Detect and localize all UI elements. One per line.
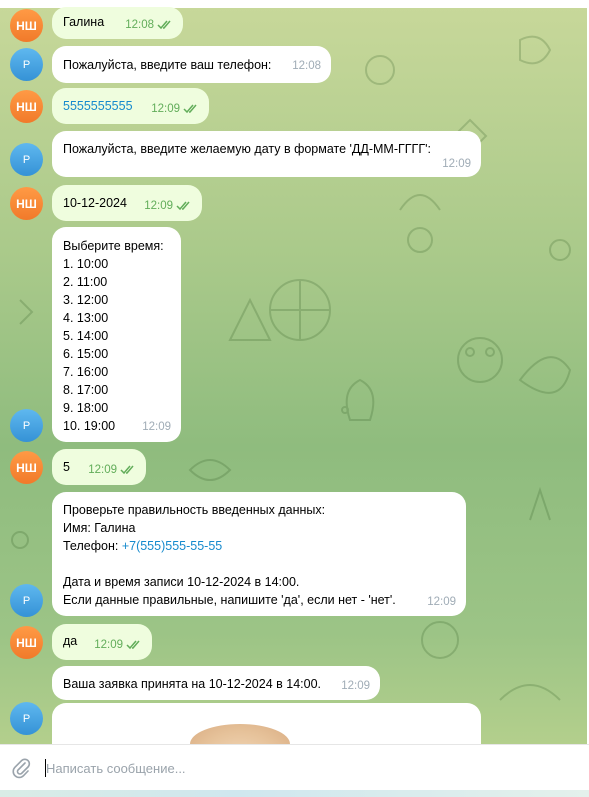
message-bubble-outgoing: 5 12:09: [52, 449, 146, 485]
message-bubble-outgoing: 5555555555 12:09: [52, 88, 209, 124]
message-line: Дата и время записи 10-12-2024 в 14:00.: [63, 575, 300, 589]
message-bubble-incoming: Проверьте правильность введенных данных:…: [52, 492, 466, 616]
message-time: 12:08: [125, 19, 154, 31]
message-bubble-incoming: Пожалуйста, введите ваш телефон: 12:08: [52, 46, 331, 83]
message-bubble-incoming: Пожалуйста, введите желаемую дату в форм…: [52, 131, 481, 177]
message-text: Пожалуйста, введите желаемую дату в форм…: [63, 142, 431, 156]
message-time: 12:08: [292, 60, 321, 72]
paperclip-icon[interactable]: [10, 757, 32, 779]
double-check-icon: [126, 640, 140, 650]
message-bubble-incoming: Выберите время: 1. 10:00 2. 11:00 3. 12:…: [52, 227, 181, 442]
avatar-user[interactable]: НШ: [10, 187, 43, 220]
time-options-list: Выберите время: 1. 10:00 2. 11:00 3. 12:…: [63, 239, 164, 433]
avatar-bot[interactable]: Р: [10, 48, 43, 81]
message-time: 12:09: [94, 639, 123, 651]
avatar-bot[interactable]: Р: [10, 584, 43, 617]
avatar-bot[interactable]: Р: [10, 702, 43, 735]
double-check-icon: [120, 465, 134, 475]
double-check-icon: [176, 201, 190, 211]
message-line: Телефон:: [63, 539, 122, 553]
chat-area[interactable]: НШ Галина 12:08 Р Пожалуйста, введите ва…: [0, 0, 589, 744]
avatar-user[interactable]: НШ: [10, 9, 43, 42]
message-time: 12:09: [341, 680, 370, 692]
avatar-user[interactable]: НШ: [10, 626, 43, 659]
message-text: Ваша заявка принята на 10-12-2024 в 14:0…: [63, 677, 321, 691]
window-bottom-edge: [0, 790, 589, 797]
message-bubble-outgoing: да 12:09: [52, 624, 152, 660]
avatar-user[interactable]: НШ: [10, 90, 43, 123]
message-line: Если данные правильные, напишите 'да', е…: [63, 593, 396, 607]
compose-bar: [0, 744, 589, 790]
message-time: 12:09: [442, 158, 471, 170]
message-bubble-outgoing: Галина 12:08: [52, 7, 183, 39]
message-time: 12:09: [427, 596, 456, 608]
message-text: Пожалуйста, введите ваш телефон:: [63, 58, 272, 72]
message-bubble-incoming: Ваша заявка принята на 10-12-2024 в 14:0…: [52, 666, 380, 700]
phone-link[interactable]: +7(555)555-55-55: [122, 539, 222, 553]
message-line: Проверьте правильность введенных данных:: [63, 503, 326, 517]
avatar-bot[interactable]: Р: [10, 143, 43, 176]
message-time: 12:09: [142, 421, 171, 433]
message-time: 12:09: [88, 464, 117, 476]
message-input[interactable]: [46, 758, 566, 778]
message-time: 12:09: [144, 200, 173, 212]
message-bubble-outgoing: 10-12-2024 12:09: [52, 185, 202, 221]
avatar-user[interactable]: НШ: [10, 451, 43, 484]
double-check-icon: [183, 104, 197, 114]
message-time: 12:09: [151, 103, 180, 115]
double-check-icon: [157, 20, 171, 30]
avatar-bot[interactable]: Р: [10, 409, 43, 442]
message-line: Имя: Галина: [63, 521, 136, 535]
